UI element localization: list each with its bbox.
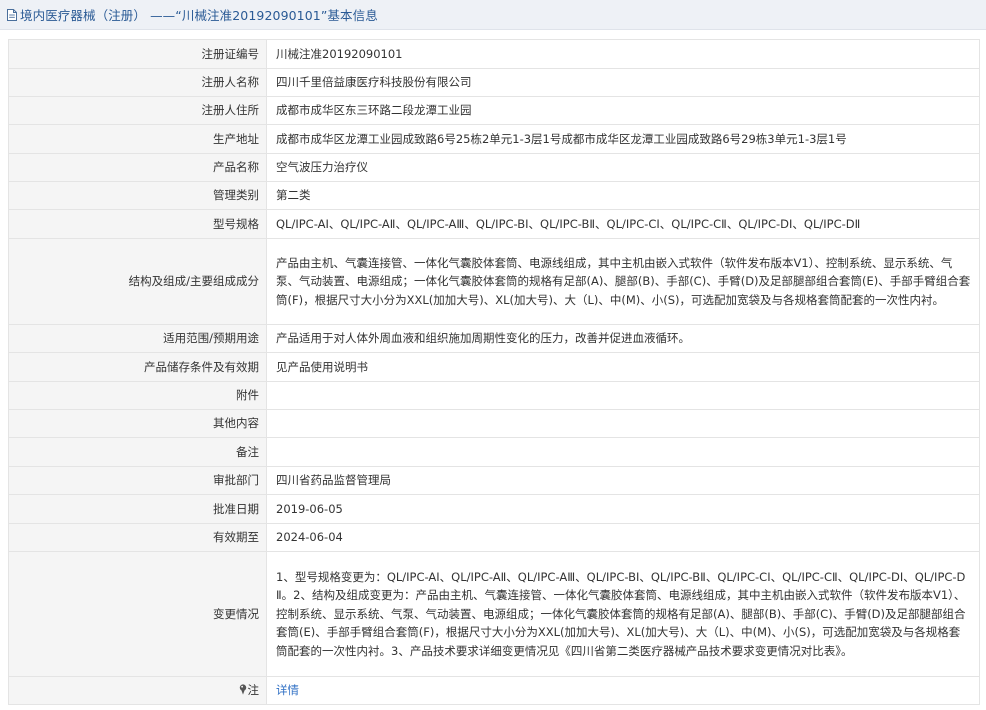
- row-value: 1、型号规格变更为：QL/IPC-AⅠ、QL/IPC-AⅡ、QL/IPC-AⅢ、…: [266, 551, 980, 677]
- row-value: 成都市成华区龙潭工业园成致路6号25栋2单元1-3层1号成都市成华区龙潭工业园成…: [266, 124, 980, 154]
- row-value: 成都市成华区东三环路二段龙潭工业园: [266, 96, 980, 125]
- row-value: 空气波压力治疗仪: [266, 153, 980, 182]
- table-row: 批准日期 2019-06-05: [8, 494, 980, 524]
- row-label: 注册证编号: [8, 39, 267, 69]
- row-value: 四川千里倍益康医疗科技股份有限公司: [266, 68, 980, 97]
- row-label: 备注: [8, 437, 267, 467]
- row-value: QL/IPC-AⅠ、QL/IPC-AⅡ、QL/IPC-AⅢ、QL/IPC-BⅠ、…: [266, 209, 980, 239]
- row-label: 审批部门: [8, 466, 267, 495]
- pin-icon: [239, 684, 246, 695]
- note-row: 注 详情: [8, 676, 980, 705]
- row-label: 结构及组成/主要组成成分: [8, 238, 267, 325]
- page-title: 境内医疗器械（注册） ——“川械注准20192090101”基本信息: [20, 8, 378, 23]
- row-value: [266, 381, 980, 410]
- detail-table: 注册证编号 川械注准20192090101 注册人名称 四川千里倍益康医疗科技股…: [8, 39, 980, 705]
- row-label: 注册人住所: [8, 96, 267, 125]
- row-label: 管理类别: [8, 181, 267, 210]
- table-row: 产品名称 空气波压力治疗仪: [8, 153, 980, 182]
- table-row: 变更情况 1、型号规格变更为：QL/IPC-AⅠ、QL/IPC-AⅡ、QL/IP…: [8, 551, 980, 677]
- row-label: 型号规格: [8, 209, 267, 239]
- row-label: 附件: [8, 381, 267, 410]
- table-row: 注册人住所 成都市成华区东三环路二段龙潭工业园: [8, 96, 980, 125]
- table-row: 注册证编号 川械注准20192090101: [8, 39, 980, 69]
- table-row: 有效期至 2024-06-04: [8, 523, 980, 552]
- row-label: 批准日期: [8, 494, 267, 524]
- page-header: 境内医疗器械（注册） ——“川械注准20192090101”基本信息: [0, 0, 986, 30]
- details-link[interactable]: 详情: [276, 683, 299, 697]
- table-row: 型号规格 QL/IPC-AⅠ、QL/IPC-AⅡ、QL/IPC-AⅢ、QL/IP…: [8, 209, 980, 239]
- row-value: [266, 437, 980, 467]
- row-value: 川械注准20192090101: [266, 39, 980, 69]
- table-row: 生产地址 成都市成华区龙潭工业园成致路6号25栋2单元1-3层1号成都市成华区龙…: [8, 124, 980, 154]
- row-label: 变更情况: [8, 551, 267, 677]
- document-icon: [7, 8, 17, 21]
- table-row: 其他内容: [8, 409, 980, 438]
- row-label: 适用范围/预期用途: [8, 324, 267, 353]
- row-label: 其他内容: [8, 409, 267, 438]
- table-row: 产品储存条件及有效期 见产品使用说明书: [8, 352, 980, 382]
- row-label: 产品储存条件及有效期: [8, 352, 267, 382]
- table-row: 备注: [8, 437, 980, 467]
- row-label: 生产地址: [8, 124, 267, 154]
- row-value: 见产品使用说明书: [266, 352, 980, 382]
- row-label: 有效期至: [8, 523, 267, 552]
- row-label: 注册人名称: [8, 68, 267, 97]
- note-value-cell: 详情: [266, 676, 980, 705]
- table-row: 适用范围/预期用途 产品适用于对人体外周血液和组织施加周期性变化的压力，改善并促…: [8, 324, 980, 353]
- row-value: 第二类: [266, 181, 980, 210]
- table-row: 注册人名称 四川千里倍益康医疗科技股份有限公司: [8, 68, 980, 97]
- table-row: 结构及组成/主要组成成分 产品由主机、气囊连接管、一体化气囊胶体套筒、电源线组成…: [8, 238, 980, 325]
- row-value: 2019-06-05: [266, 494, 980, 524]
- row-value: 产品适用于对人体外周血液和组织施加周期性变化的压力，改善并促进血液循环。: [266, 324, 980, 353]
- table-row: 审批部门 四川省药品监督管理局: [8, 466, 980, 495]
- row-label: 产品名称: [8, 153, 267, 182]
- table-row: 管理类别 第二类: [8, 181, 980, 210]
- row-value: 2024-06-04: [266, 523, 980, 552]
- row-value: 产品由主机、气囊连接管、一体化气囊胶体套筒、电源线组成，其中主机由嵌入式软件（软…: [266, 238, 980, 325]
- row-value: 四川省药品监督管理局: [266, 466, 980, 495]
- note-label-cell: 注: [8, 676, 267, 705]
- table-row: 附件: [8, 381, 980, 410]
- note-label: 注: [247, 683, 260, 698]
- row-value: [266, 409, 980, 438]
